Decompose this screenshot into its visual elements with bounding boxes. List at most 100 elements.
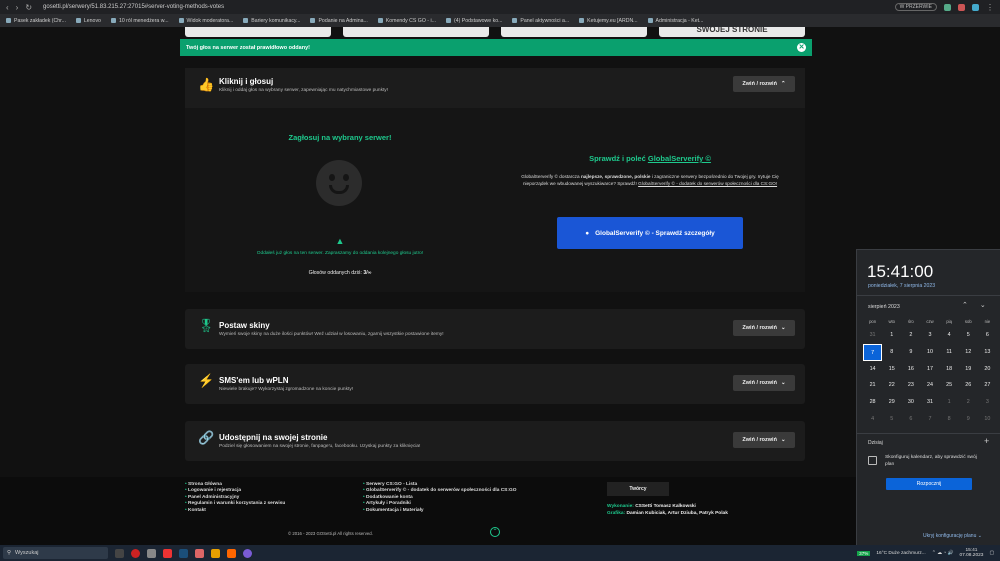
calendar-day[interactable]: 20 (978, 361, 997, 378)
task-view-icon[interactable] (115, 548, 124, 558)
calendar-day[interactable]: 8 (882, 344, 901, 361)
method-button[interactable] (501, 27, 647, 37)
calendar-day[interactable]: 31 (863, 327, 882, 344)
extension-icon[interactable] (944, 3, 951, 11)
forward-icon[interactable]: › (16, 3, 19, 12)
calendar-day[interactable]: 28 (863, 394, 882, 411)
calendar-day[interactable]: 6 (978, 327, 997, 344)
calendar-day[interactable]: 29 (882, 394, 901, 411)
calendar-day[interactable]: 1 (882, 327, 901, 344)
calendar-day[interactable]: 30 (901, 394, 920, 411)
footer-link[interactable]: Regulamin i warunki korzystania z serwis… (185, 501, 285, 507)
calendar-day[interactable]: 22 (882, 377, 901, 394)
calendar-day[interactable]: 8 (940, 411, 959, 428)
footer-link[interactable]: Dokumentacja i Materiały (363, 508, 516, 514)
opera-icon[interactable] (131, 548, 140, 558)
calendar-day[interactable]: 16 (901, 361, 920, 378)
calendar-day[interactable]: 1 (940, 394, 959, 411)
bookmark-item[interactable]: Lenovo (75, 18, 101, 24)
bookmark-item[interactable]: Panel aktywności a... (512, 18, 569, 24)
bookmark-item[interactable]: Ketujemy.eu [ARDN... (579, 18, 638, 24)
back-icon[interactable]: ‹ (6, 3, 9, 12)
calendar-day[interactable]: 17 (920, 361, 939, 378)
gs-desc-link[interactable]: GlobalServerify © - dodatek do serwerów … (638, 181, 777, 186)
calendar-day[interactable]: 6 (901, 411, 920, 428)
taskbar-clock[interactable]: 15:41 07.08.2023 (959, 548, 983, 559)
method-button[interactable] (185, 27, 331, 37)
method-button[interactable] (343, 27, 489, 37)
calendar-day[interactable]: 9 (901, 344, 920, 361)
bookmark-item[interactable]: Widok moderatora... (178, 18, 233, 24)
calendar-day[interactable]: 4 (863, 411, 882, 428)
steam-icon[interactable] (179, 548, 188, 558)
app-icon[interactable] (243, 548, 252, 558)
chevron-down-icon[interactable]: ⌄ (980, 302, 998, 309)
app-icon[interactable] (227, 548, 236, 558)
scroll-top-icon[interactable]: ⌃ (490, 527, 500, 537)
toggle-button[interactable]: Zwiń / rozwiń ⌃ (733, 76, 795, 92)
bookmark-item[interactable]: (4) Podstawowe ko... (445, 18, 502, 24)
toggle-button[interactable]: Zwiń / rozwiń ⌄ (733, 320, 795, 336)
calendar-day[interactable]: 15 (882, 361, 901, 378)
calendar-day[interactable]: 18 (940, 361, 959, 378)
extension-icon[interactable] (958, 3, 965, 11)
calendar-day[interactable]: 21 (863, 377, 882, 394)
calendar-day[interactable]: 25 (940, 377, 959, 394)
extension-icon[interactable] (972, 3, 979, 11)
app-icon[interactable] (163, 548, 172, 558)
calendar-day[interactable]: 9 (959, 411, 978, 428)
footer-link[interactable]: GlobalServerify © - dodatek do serwerów … (363, 488, 516, 494)
calendar-day[interactable]: 3 (920, 327, 939, 344)
reload-icon[interactable]: ↻ (25, 3, 32, 12)
calendar-day[interactable]: 2 (959, 394, 978, 411)
bookmark-item[interactable]: 10 ról menedżera w... (110, 18, 169, 24)
calendar-day[interactable]: 27 (978, 377, 997, 394)
footer-link[interactable]: Kontakt (185, 508, 285, 514)
connect-button[interactable]: Rozpocznij (886, 478, 972, 490)
app-icon[interactable] (147, 548, 156, 558)
calendar-day[interactable]: 7 (920, 411, 939, 428)
calendar-day[interactable]: 4 (940, 327, 959, 344)
weather-widget[interactable]: 16°C Duże zachmurz... (876, 551, 925, 556)
battery-indicator[interactable]: 37% (857, 550, 871, 556)
bookmark-item[interactable]: Komendy CS GO - i... (377, 18, 436, 24)
gs-title-link[interactable]: GlobalServerify © (648, 154, 711, 163)
calendar-day[interactable]: 26 (959, 377, 978, 394)
close-icon[interactable]: ✕ (797, 43, 806, 52)
calendar-day[interactable]: 24 (920, 377, 939, 394)
toggle-button[interactable]: Zwiń / rozwiń ⌄ (733, 432, 795, 448)
method-button[interactable]: SWOJEJ STRONIE (659, 27, 805, 37)
notification-icon[interactable]: ▢ (989, 551, 994, 556)
calendar-day[interactable]: 14 (863, 361, 882, 378)
clock-date[interactable]: poniedziałek, 7 sierpnia 2023 (868, 283, 935, 289)
menu-icon[interactable]: ⋮ (986, 3, 994, 12)
calendar-day[interactable]: 23 (901, 377, 920, 394)
calendar-day[interactable]: 19 (959, 361, 978, 378)
calendar-day[interactable]: 3 (978, 394, 997, 411)
calendar-day[interactable]: 12 (959, 344, 978, 361)
toggle-button[interactable]: Zwiń / rozwiń ⌄ (733, 375, 795, 391)
pause-badge[interactable]: W PRZERWIE (894, 3, 937, 11)
calendar-day-today[interactable]: 7 (863, 343, 883, 361)
add-event-icon[interactable]: + (984, 436, 989, 446)
taskbar-search[interactable]: ⚲ Wyszukaj (3, 547, 108, 559)
calendar-day[interactable]: 5 (959, 327, 978, 344)
calendar-day[interactable]: 10 (920, 344, 939, 361)
calendar-day[interactable]: 5 (882, 411, 901, 428)
tray-icons[interactable]: ⌃ ☁ ◔ 🔊 (932, 551, 954, 556)
calendar-day[interactable]: 13 (978, 344, 997, 361)
calendar-day[interactable]: 2 (901, 327, 920, 344)
calendar-day[interactable]: 10 (978, 411, 997, 428)
chevron-up-icon[interactable]: ⌃ (962, 302, 980, 309)
bookmark-item[interactable]: Bariery komunikacy... (243, 18, 300, 24)
calendar-day[interactable]: 31 (920, 394, 939, 411)
gs-details-button[interactable]: ● GlobalServerify © - Sprawdź szczegóły (557, 217, 743, 249)
app-icon[interactable] (195, 548, 204, 558)
calendar-day[interactable]: 11 (940, 344, 959, 361)
url-field[interactable]: gosetti.pl/serwery/51.83.215.27:27015#se… (43, 4, 224, 10)
bookmark-item[interactable]: Pasek zakładek (Chr... (6, 18, 66, 24)
calendar-month[interactable]: sierpień 2023 (868, 304, 900, 310)
hide-plan-link[interactable]: Ukryj konfigurację planu ⌄ (923, 533, 982, 539)
bookmark-item[interactable]: Administracja - Ket... (647, 18, 703, 24)
bookmark-item[interactable]: Podanie na Admina... (310, 18, 368, 24)
